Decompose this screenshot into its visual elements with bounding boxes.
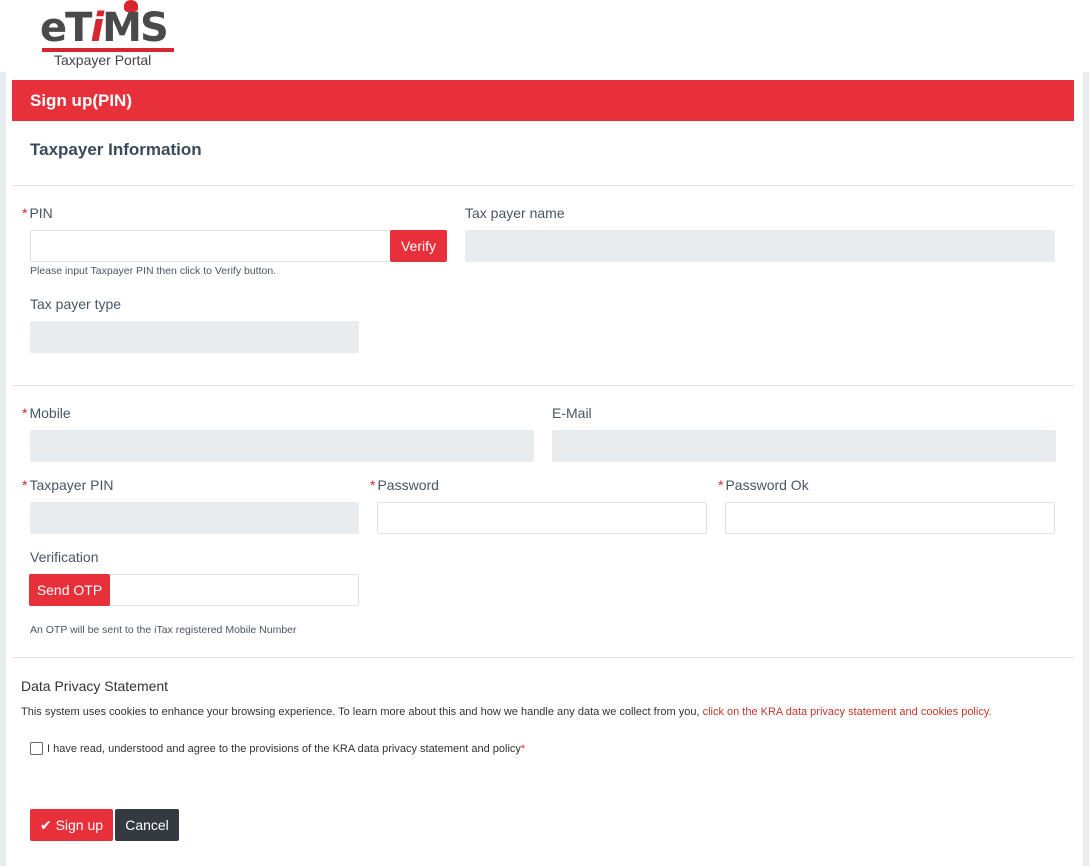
cancel-button[interactable]: Cancel [115,809,179,841]
right-gutter [1083,72,1089,866]
mobile-label: * Mobile [22,405,71,421]
otp-hint: An OTP will be sent to the iTax register… [30,624,297,636]
taxpayer-pin-label: * Taxpayer PIN [22,477,114,493]
pin-label: * PIN [22,205,53,221]
section-title: Taxpayer Information [30,140,202,159]
taxpayer-type-field [30,321,359,353]
page-header: eTiMS Taxpayer Portal [0,0,1089,72]
divider [12,185,1074,186]
email-label: E-Mail [552,405,592,421]
email-field [552,430,1056,462]
pin-input[interactable] [30,230,392,262]
send-otp-button[interactable]: Send OTP [29,574,110,606]
signup-button-label: Sign up [55,817,104,833]
taxpayer-name-label: Tax payer name [465,205,565,221]
signup-card: Sign up(PIN) Taxpayer Information * PIN V… [12,80,1074,866]
signup-button[interactable]: ✔ Sign up [30,809,113,841]
etims-logo[interactable]: eTiMS Taxpayer Portal [40,0,174,68]
privacy-title: Data Privacy Statement [21,678,169,694]
mobile-field [30,430,534,462]
verification-label: Verification [30,549,99,565]
password-input[interactable] [377,502,707,534]
pin-hint: Please input Taxpayer PIN then click to … [30,265,277,277]
privacy-policy-link[interactable]: click on the KRA data privacy statement … [703,706,992,718]
card-title: Sign up(PIN) [12,80,1074,121]
privacy-text: This system uses cookies to enhance your… [21,706,992,718]
left-gutter [0,72,6,866]
divider [12,385,1074,386]
divider [12,657,1074,658]
verify-button[interactable]: Verify [390,230,447,262]
taxpayer-pin-field [30,502,359,534]
check-icon: ✔ [39,817,52,833]
password-label: * Password [370,477,439,493]
logo-subtitle: Taxpayer Portal [54,52,152,68]
privacy-agree-label[interactable]: I have read, understood and agree to the… [47,743,525,755]
logo-wordmark: eTiMS [40,5,169,51]
kra-emblem-icon [124,0,138,12]
password-ok-label: * Password Ok [718,477,809,493]
taxpayer-type-label: Tax payer type [30,296,122,312]
privacy-agree-checkbox[interactable] [30,742,43,755]
password-ok-input[interactable] [725,502,1055,534]
taxpayer-name-field [465,230,1055,262]
